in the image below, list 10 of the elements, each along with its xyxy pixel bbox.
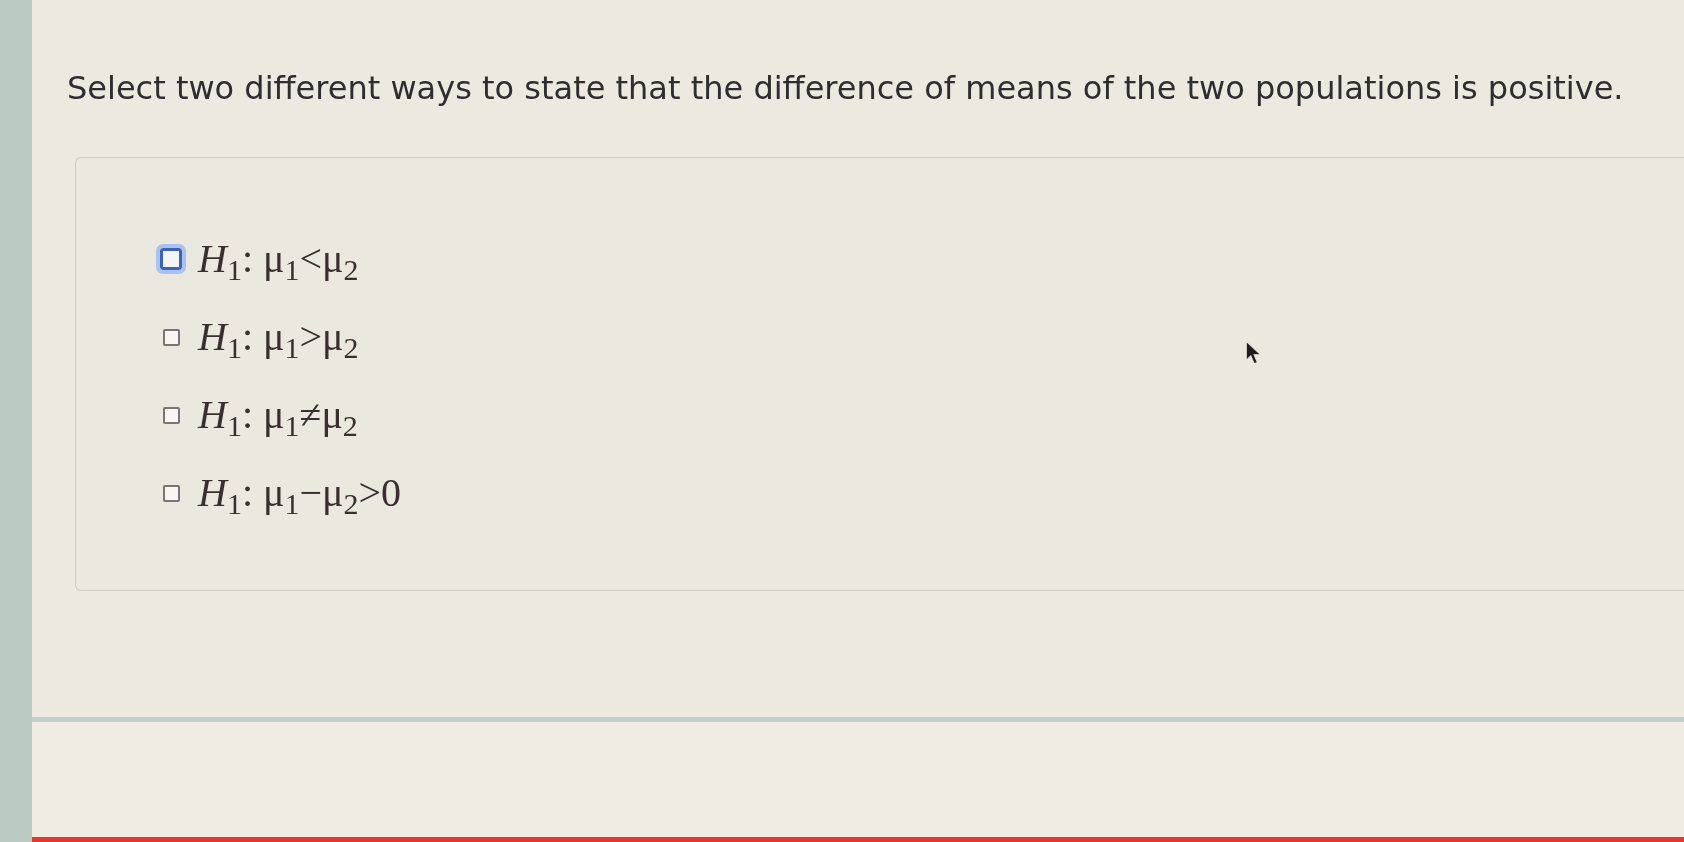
option-label[interactable]: H$_{1}$: μ$_{1}$>μ$_{2}$ <box>198 313 359 361</box>
option-label[interactable]: H$_{1}$: μ$_{1}$≠μ$_{2}$ <box>198 391 358 439</box>
checkbox[interactable] <box>162 328 180 346</box>
mouse-pointer-icon <box>1244 340 1262 365</box>
question-text: Select two different ways to state that the difference of means of the two populations is positive. <box>66 68 1625 108</box>
option-label[interactable]: H$_{1}$: μ$_{1}$−μ$_{2}$>0 <box>198 469 402 517</box>
checkbox[interactable] <box>162 484 180 502</box>
option-label[interactable]: H$_{1}$: μ$_{1}$<μ$_{2}$ <box>198 235 359 283</box>
checkbox[interactable] <box>156 244 186 274</box>
checkbox[interactable] <box>162 406 180 424</box>
